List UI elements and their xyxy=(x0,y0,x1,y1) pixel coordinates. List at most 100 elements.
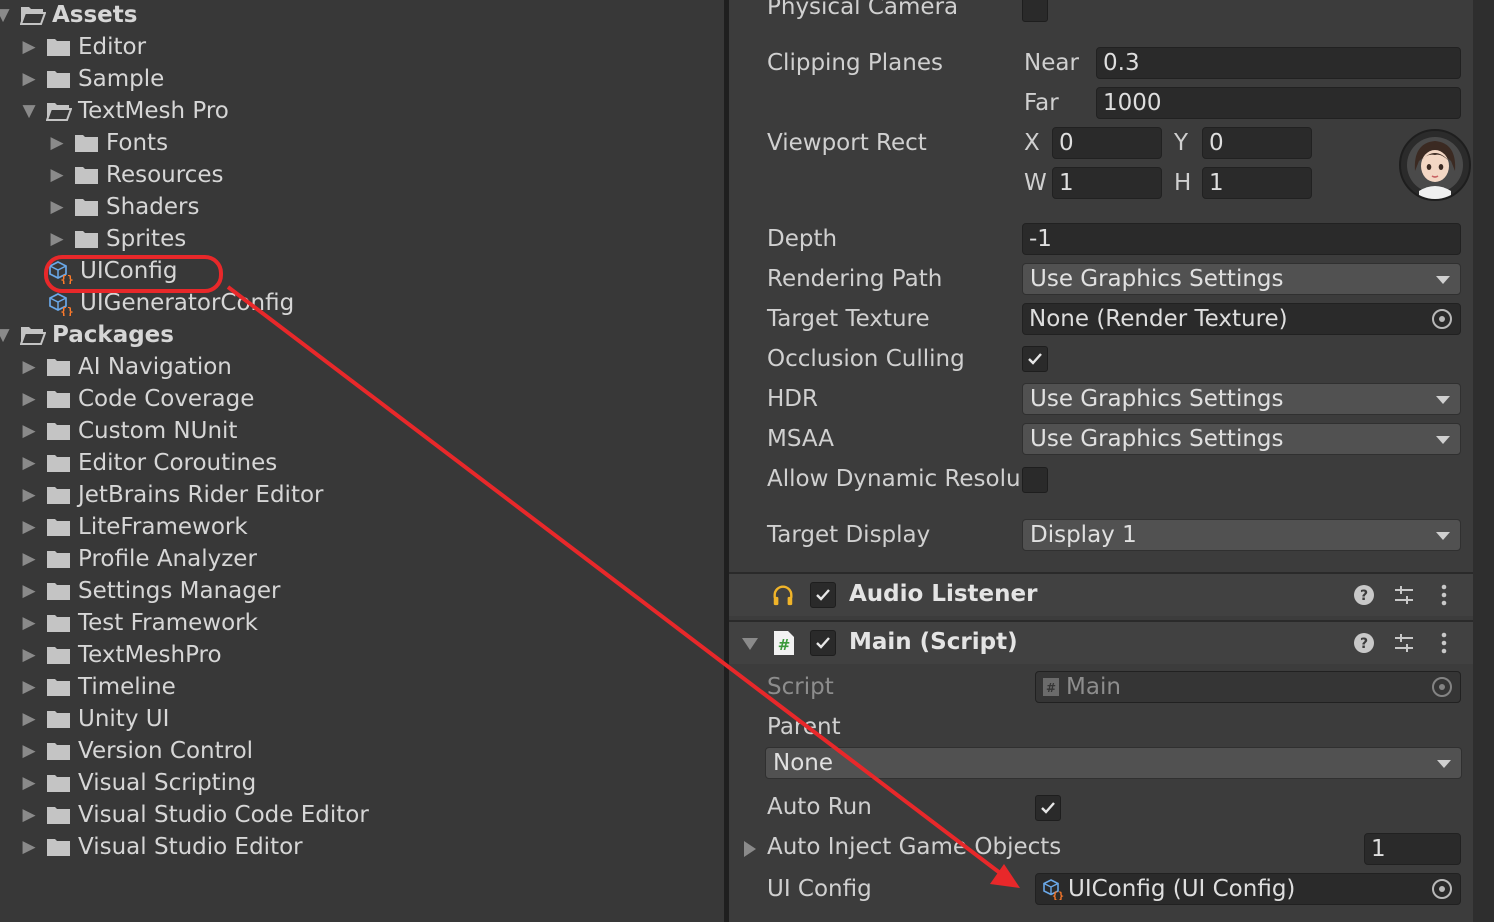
viewport-h-field[interactable]: 1 xyxy=(1202,167,1312,199)
tree-item[interactable]: ▶ JetBrains Rider Editor xyxy=(20,479,323,511)
chevron-right-icon[interactable]: ▶ xyxy=(20,805,38,825)
dynamic-resolution-checkbox[interactable] xyxy=(1022,467,1048,493)
viewport-y-field[interactable]: 0 xyxy=(1202,127,1312,159)
tree-item[interactable]: ▶ Code Coverage xyxy=(20,383,254,415)
more-options-icon[interactable] xyxy=(1432,583,1456,607)
avatar[interactable] xyxy=(1399,129,1471,201)
tree-item[interactable]: ▶ Editor xyxy=(20,31,146,63)
ui-config-field[interactable]: {} UIConfig (UI Config) xyxy=(1035,873,1461,905)
tree-item[interactable]: ▶ Custom NUnit xyxy=(20,415,237,447)
chevron-right-icon[interactable]: ▶ xyxy=(20,709,38,729)
tree-item[interactable]: ▶ Shaders xyxy=(48,191,199,223)
chevron-down-icon[interactable] xyxy=(738,632,762,656)
object-picker-icon[interactable] xyxy=(1432,879,1452,899)
tree-item[interactable]: ▶ Resources xyxy=(48,159,223,191)
main-script-enabled-checkbox[interactable] xyxy=(810,630,836,656)
project-panel: ▼ Assets ▶ Editor ▶ Sample ▼ TextMesh Pro ▶ Fonts… xyxy=(0,0,724,922)
depth-field[interactable]: -1 xyxy=(1022,223,1461,255)
tree-item[interactable]: ▶ Sprites xyxy=(48,223,186,255)
tree-item[interactable]: ▶ Visual Studio Editor xyxy=(20,831,302,863)
chevron-right-icon[interactable]: ▶ xyxy=(20,773,38,793)
tree-item[interactable]: ▶ Editor Coroutines xyxy=(20,447,277,479)
chevron-right-icon[interactable]: ▶ xyxy=(20,517,38,537)
far-field[interactable]: 1000 xyxy=(1096,87,1461,119)
tree-item[interactable]: ▼ Packages xyxy=(0,319,174,351)
tree-item[interactable]: ▶ LiteFramework xyxy=(20,511,247,543)
chevron-right-icon[interactable]: ▶ xyxy=(48,229,66,249)
tree-item[interactable]: ▶ Unity UI xyxy=(20,703,169,735)
chevron-right-icon[interactable]: ▶ xyxy=(48,165,66,185)
chevron-right-icon[interactable]: ▶ xyxy=(48,197,66,217)
tree-item[interactable]: ▶ Sample xyxy=(20,63,164,95)
tree-item-label: UIConfig xyxy=(80,258,178,284)
tree-item[interactable]: ▶ Settings Manager xyxy=(20,575,280,607)
tree-item-label: Visual Scripting xyxy=(78,770,257,796)
occlusion-culling-checkbox[interactable] xyxy=(1022,346,1048,372)
viewport-w-field[interactable]: 1 xyxy=(1052,167,1162,199)
chevron-right-icon[interactable]: ▶ xyxy=(20,485,38,505)
inspector-scrollbar[interactable] xyxy=(1473,0,1494,922)
main-script-header[interactable]: # Main (Script) ? xyxy=(729,620,1473,664)
tree-item[interactable]: ▶ Profile Analyzer xyxy=(20,543,256,575)
tree-item[interactable]: {} UIConfig xyxy=(48,255,177,287)
rendering-path-label: Rendering Path xyxy=(767,266,943,292)
tree-item[interactable]: {} UIGeneratorConfig xyxy=(48,287,294,319)
tree-item[interactable]: ▶ TextMeshPro xyxy=(20,639,221,671)
object-picker-icon[interactable] xyxy=(1432,309,1452,329)
tree-item[interactable]: ▶ Fonts xyxy=(48,127,168,159)
audio-listener-enabled-checkbox[interactable] xyxy=(810,582,836,608)
folder-icon xyxy=(46,612,72,634)
tree-item[interactable]: ▶ Visual Scripting xyxy=(20,767,256,799)
auto-inject-size-field[interactable]: 1 xyxy=(1364,833,1461,865)
object-picker-icon xyxy=(1432,677,1452,697)
chevron-down-icon[interactable]: ▼ xyxy=(0,325,12,345)
chevron-right-icon[interactable]: ▶ xyxy=(20,741,38,761)
auto-run-checkbox[interactable] xyxy=(1035,795,1061,821)
chevron-right-icon[interactable]: ▶ xyxy=(20,549,38,569)
chevron-right-icon[interactable]: ▶ xyxy=(20,421,38,441)
tree-item[interactable]: ▶ Version Control xyxy=(20,735,253,767)
tree-item[interactable]: ▼ Assets xyxy=(0,0,137,31)
tree-item-label: Resources xyxy=(106,162,224,188)
chevron-right-icon[interactable] xyxy=(738,837,762,861)
tree-item-label: Sprites xyxy=(106,226,187,252)
tree-item[interactable]: ▶ AI Navigation xyxy=(20,351,231,383)
chevron-right-icon[interactable]: ▶ xyxy=(48,133,66,153)
tree-item[interactable]: ▶ Visual Studio Code Editor xyxy=(20,799,368,831)
chevron-right-icon[interactable]: ▶ xyxy=(20,453,38,473)
target-texture-field[interactable]: None (Render Texture) xyxy=(1022,303,1461,335)
chevron-right-icon[interactable]: ▶ xyxy=(20,357,38,377)
physical-camera-checkbox[interactable] xyxy=(1022,0,1048,22)
chevron-down-icon[interactable]: ▼ xyxy=(0,5,12,25)
tree-item-label: Test Framework xyxy=(78,610,258,636)
presets-icon[interactable] xyxy=(1392,631,1416,655)
viewport-x-field[interactable]: 0 xyxy=(1052,127,1162,159)
chevron-right-icon[interactable]: ▶ xyxy=(20,645,38,665)
folder-icon xyxy=(46,676,72,698)
chevron-right-icon[interactable]: ▶ xyxy=(20,677,38,697)
headphones-icon xyxy=(771,583,795,607)
chevron-right-icon[interactable]: ▶ xyxy=(20,837,38,857)
chevron-right-icon[interactable]: ▶ xyxy=(20,581,38,601)
chevron-down-icon[interactable]: ▼ xyxy=(20,101,38,121)
near-field[interactable]: 0.3 xyxy=(1096,47,1461,79)
rendering-path-dropdown[interactable]: Use Graphics Settings xyxy=(1022,263,1461,295)
chevron-right-icon[interactable]: ▶ xyxy=(20,69,38,89)
tree-item[interactable]: ▶ Timeline xyxy=(20,671,175,703)
help-icon[interactable]: ? xyxy=(1352,631,1376,655)
tree-item-label: TextMesh Pro xyxy=(78,98,229,124)
parent-dropdown[interactable]: None xyxy=(765,747,1462,779)
msaa-dropdown[interactable]: Use Graphics Settings xyxy=(1022,423,1461,455)
hdr-dropdown[interactable]: Use Graphics Settings xyxy=(1022,383,1461,415)
chevron-right-icon[interactable]: ▶ xyxy=(20,613,38,633)
chevron-right-icon[interactable]: ▶ xyxy=(20,37,38,57)
svg-text:{}: {} xyxy=(1052,891,1064,900)
chevron-right-icon[interactable]: ▶ xyxy=(20,389,38,409)
help-icon[interactable]: ? xyxy=(1352,583,1376,607)
target-display-dropdown[interactable]: Display 1 xyxy=(1022,519,1461,551)
audio-listener-header[interactable]: Audio Listener ? xyxy=(729,572,1473,616)
presets-icon[interactable] xyxy=(1392,583,1416,607)
more-options-icon[interactable] xyxy=(1432,631,1456,655)
tree-item[interactable]: ▶ Test Framework xyxy=(20,607,258,639)
tree-item[interactable]: ▼ TextMesh Pro xyxy=(20,95,229,127)
